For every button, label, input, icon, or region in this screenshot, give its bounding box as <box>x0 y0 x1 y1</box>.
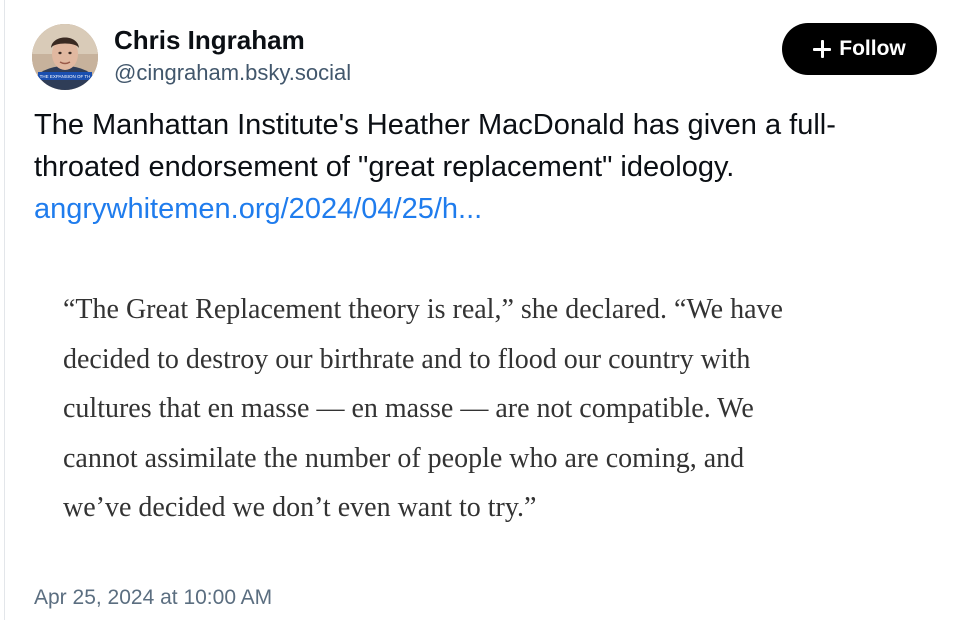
quote-text: “The Great Replacement theory is real,” … <box>63 285 933 533</box>
post-link[interactable]: angrywhitemen.org/2024/04/25/h... <box>34 188 944 230</box>
avatar[interactable]: THE EXPANSION OF TH <box>32 24 98 90</box>
plus-icon <box>813 40 832 58</box>
avatar-image: THE EXPANSION OF TH <box>32 24 98 90</box>
avatar-caption: THE EXPANSION OF TH <box>40 74 91 79</box>
author-handle[interactable]: @cingraham.bsky.social <box>114 60 351 86</box>
post-text-line: throated endorsement of "great replaceme… <box>34 151 735 183</box>
quote-line: cultures that en masse — en masse — are … <box>63 393 754 424</box>
follow-button[interactable]: Follow <box>782 23 937 75</box>
quote-line: cannot assimilate the number of people w… <box>63 442 745 474</box>
follow-button-label: Follow <box>839 37 906 60</box>
author-display-name[interactable]: Chris Ingraham <box>114 25 305 56</box>
quote-line: “The Great Replacement theory is real,” … <box>63 294 783 325</box>
post: THE EXPANSION OF TH Chris Ingraham @cing… <box>0 0 962 620</box>
post-text: The Manhattan Institute's Heather MacDon… <box>34 104 944 230</box>
post-timestamp[interactable]: Apr 25, 2024 at 10:00 AM <box>34 586 272 610</box>
quote-image[interactable]: “The Great Replacement theory is real,” … <box>34 262 944 542</box>
quote-line: decided to destroy our birthrate and to … <box>63 343 751 375</box>
post-text-line: The Manhattan Institute's Heather MacDon… <box>34 109 836 141</box>
quote-line: we’ve decided we don’t even want to try.… <box>63 492 537 523</box>
